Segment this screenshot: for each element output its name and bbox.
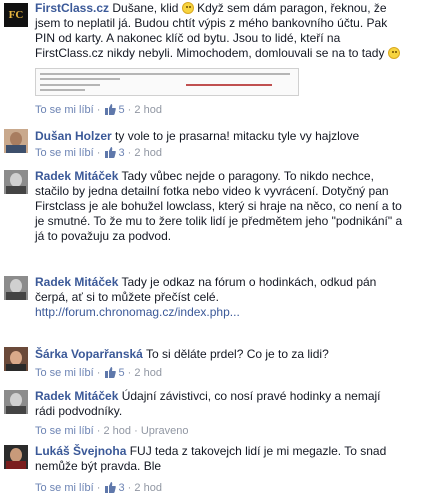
forum-link[interactable]: http://forum.chronomag.cz/index.php... <box>35 305 240 319</box>
avatar[interactable] <box>4 347 28 371</box>
comment-text: To si děláte prdel? Co je to za lidi? <box>145 347 329 361</box>
like-link[interactable]: To se mi líbí <box>35 104 94 116</box>
comment-author[interactable]: Šárka Voparřanská <box>35 347 143 361</box>
avatar[interactable] <box>4 129 28 153</box>
timestamp[interactable]: 2 hod <box>134 367 162 379</box>
avatar[interactable] <box>4 170 28 194</box>
comment-text-part: Údajní závistivci, co nosí pravé hodinky… <box>121 389 381 403</box>
comment-text-line: rádi podvodníky. <box>35 404 123 418</box>
smiley-emoji-icon <box>181 2 194 14</box>
avatar[interactable] <box>4 276 28 300</box>
avatar[interactable]: FC <box>4 3 28 27</box>
thumbs-up-icon <box>105 367 117 378</box>
comment-text-line: je smutné. To že mu to žere tolik lidí j… <box>35 214 403 228</box>
comment-author[interactable]: Dušan Holzer <box>35 129 112 143</box>
timestamp[interactable]: 2 hod <box>134 482 162 494</box>
like-count[interactable]: 3 <box>118 147 124 159</box>
comment-author[interactable]: Radek Mitáček <box>35 275 118 289</box>
comment-text-line: já to považuju za podvod. <box>35 229 172 243</box>
comment-text-line: čerpá, ať si to můžete přečíst celé. <box>35 290 219 304</box>
comment-text: ty vole to je prasarna! mitacku tyle vy … <box>115 129 360 143</box>
timestamp[interactable]: 2 hod <box>134 104 162 116</box>
smiley-emoji-icon <box>387 47 400 59</box>
comment-author[interactable]: FirstClass.cz <box>35 1 109 15</box>
thumbs-up-icon <box>105 147 117 158</box>
comment-text-part: Když sem dám paragon, řeknou, že <box>197 1 387 15</box>
comment-text-line: PIN od karty. A nakonec klíč od bytu. Js… <box>35 31 341 45</box>
timestamp[interactable]: 2 hod <box>103 425 131 437</box>
edited-label[interactable]: Upraveno <box>141 425 189 437</box>
avatar-logo-text: FC <box>8 9 24 21</box>
avatar[interactable] <box>4 445 28 469</box>
like-link[interactable]: To se mi líbí <box>35 425 94 437</box>
like-link[interactable]: To se mi líbí <box>35 482 94 494</box>
comment-text-line: jsem to neplatil já. Budou chtít výpis z… <box>35 16 388 30</box>
comment-text-part: Tady je odkaz na fórum o hodinkách, odku… <box>121 275 377 289</box>
like-link[interactable]: To se mi líbí <box>35 367 94 379</box>
comment-text-part: Tady vůbec nejde o paragony. To nikdo ne… <box>121 169 374 183</box>
thumbs-up-icon <box>105 104 117 115</box>
attached-screenshot-image[interactable] <box>35 68 299 96</box>
comment-text-line: nemůže být pravda. Ble <box>35 459 162 473</box>
like-count[interactable]: 3 <box>118 482 124 494</box>
comment-text-line: Firstclass je ale bohužel lowclass, kter… <box>35 199 402 213</box>
comment-text-part: Dušane, klid <box>112 1 179 15</box>
comment-text-part: FUJ teda z takovejch lidí je mi megazle.… <box>129 444 387 458</box>
like-count[interactable]: 5 <box>118 104 124 116</box>
like-count[interactable]: 5 <box>118 367 124 379</box>
thumbs-up-icon <box>105 482 117 493</box>
timestamp[interactable]: 2 hod <box>134 147 162 159</box>
comment-text-line: FirstClass.cz nikdy nebyli. Mimochodem, … <box>35 46 385 60</box>
avatar[interactable] <box>4 390 28 414</box>
like-link[interactable]: To se mi líbí <box>35 147 94 159</box>
comment-author[interactable]: Lukáš Švejnoha <box>35 444 126 458</box>
comment-author[interactable]: Radek Mitáček <box>35 169 118 183</box>
comment-text-line: stačilo by jedna detailní fotka nebo vid… <box>35 184 389 198</box>
comment-author[interactable]: Radek Mitáček <box>35 389 118 403</box>
